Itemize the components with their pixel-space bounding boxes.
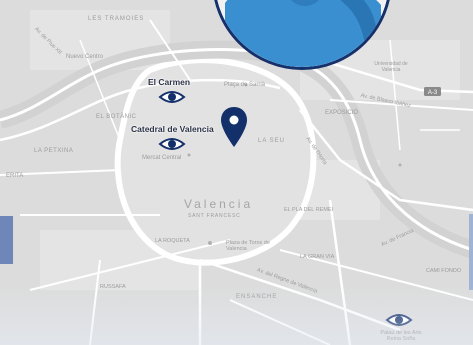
district-label: ENSANCHE [236,294,278,300]
highway-badge: A-3 [424,87,441,96]
poi-label-mercat: Mercat Central [142,155,182,161]
poi-label-palau-arts: Palau de les Arts Reina Sofía [380,330,422,342]
side-panel-left [0,216,13,264]
highway-badge-text: A-3 [428,90,438,96]
old-town-area [114,57,317,266]
district-label: LA GRAN VIA [300,254,335,260]
side-panel-right [469,214,473,290]
city-label: Valencia [184,197,254,211]
poi-label-catedral[interactable]: Catedral de Valencia [131,124,214,134]
district-label: LA ROQUETA [155,238,190,244]
eye-icon[interactable] [158,88,186,106]
poi-label-el-carmen[interactable]: El Carmen [148,77,190,87]
street-label: LES TRAMOIES [88,16,145,22]
district-label: SANT FRANCESC [188,213,241,219]
district-label: EL BOTÀNIC [96,114,137,120]
district-label: RUSSAFA [100,284,126,290]
eye-icon[interactable] [158,135,186,153]
eye-icon[interactable] [385,311,413,329]
district-label: LA SEU [258,138,286,144]
district-label: EXPOSICIÓ [325,110,359,116]
poi-label-universidad: Universidad de Valencia [374,61,408,73]
street-label: ERITA [6,173,24,179]
poi-label-plaza-toros: Plaza de Toros de Valencia [226,240,270,252]
district-label: LA PETXINA [34,148,74,154]
district-label: CAMI FONDO [426,268,462,274]
street-label: Nuevo Centro [66,54,104,60]
street-label: Plaça de Sarrià [224,82,266,88]
location-pin-icon[interactable] [219,106,249,148]
district-label: EL PLA DEL REMEI [284,207,334,213]
